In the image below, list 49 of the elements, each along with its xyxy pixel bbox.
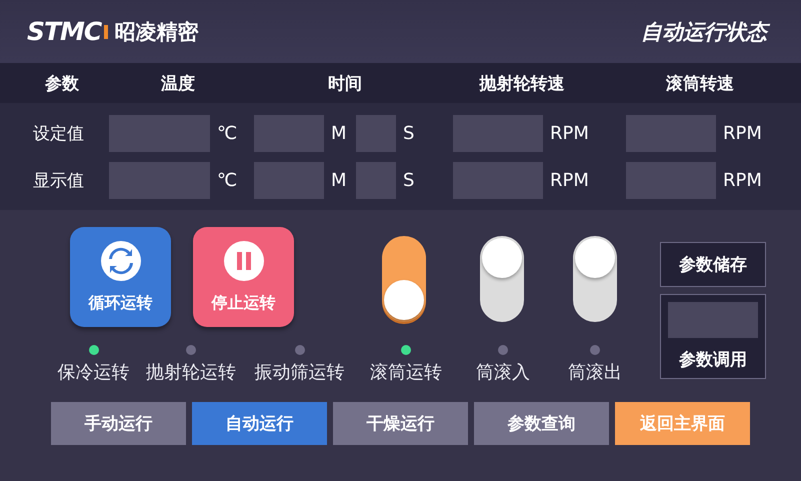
row-label: 显示值	[33, 170, 85, 192]
mode-tab[interactable]: 参数查询	[474, 402, 609, 445]
input-field[interactable]	[453, 162, 543, 199]
unit-label: S	[402, 170, 416, 191]
recall-label: 参数调用	[679, 349, 747, 371]
indicator-label: 筒滚入	[476, 362, 530, 384]
column-header: 参数	[44, 72, 80, 94]
input-field[interactable]	[254, 115, 324, 152]
input-field[interactable]	[356, 162, 396, 199]
input-field[interactable]	[626, 115, 716, 152]
unit-label: RPM	[549, 123, 590, 144]
toggle-switch[interactable]	[573, 236, 617, 322]
unit-label: RPM	[722, 170, 763, 191]
toggle-switch[interactable]	[382, 236, 426, 322]
save-button[interactable]: 参数储存	[660, 242, 766, 287]
unit-label: S	[402, 123, 416, 144]
unit-label: RPM	[549, 170, 590, 191]
unit-label: ℃	[216, 170, 238, 191]
column-header: 滚筒转速	[665, 72, 735, 94]
indicator-label: 保冷运转	[58, 362, 130, 384]
column-header: 抛射轮转速	[478, 72, 566, 94]
mode-tab[interactable]: 干燥运行	[333, 402, 468, 445]
column-header: 温度	[160, 72, 196, 94]
input-field[interactable]	[109, 162, 210, 199]
indicator-label: 滚筒运转	[370, 362, 442, 384]
input-field[interactable]	[453, 115, 543, 152]
input-field[interactable]	[254, 162, 324, 199]
input-field[interactable]	[626, 162, 716, 199]
input-field[interactable]	[356, 115, 396, 152]
indicator-label: 筒滚出	[568, 362, 622, 384]
input-field[interactable]	[668, 302, 758, 338]
input-field[interactable]	[109, 115, 210, 152]
toggle-switch[interactable]	[480, 236, 524, 322]
refresh-icon	[100, 240, 140, 280]
unit-label: M	[330, 123, 348, 144]
unit-label: ℃	[216, 123, 238, 144]
logo: STMC	[27, 17, 108, 46]
column-header: 时间	[327, 72, 363, 94]
mode-tab[interactable]: 自动运行	[192, 402, 327, 445]
indicator-label: 振动筛运转	[254, 362, 344, 384]
stop-button[interactable]: 停止运转	[193, 227, 294, 327]
brand-name: 昭凌精密	[114, 18, 198, 46]
mode-tab[interactable]: 手动运行	[51, 402, 186, 445]
pause-icon	[224, 240, 264, 280]
unit-label: RPM	[722, 123, 763, 144]
cycle-button[interactable]: 循环运转	[70, 227, 171, 327]
indicator-label: 抛射轮运转	[146, 362, 236, 384]
row-label: 设定值	[33, 123, 85, 145]
unit-label: M	[330, 170, 348, 191]
